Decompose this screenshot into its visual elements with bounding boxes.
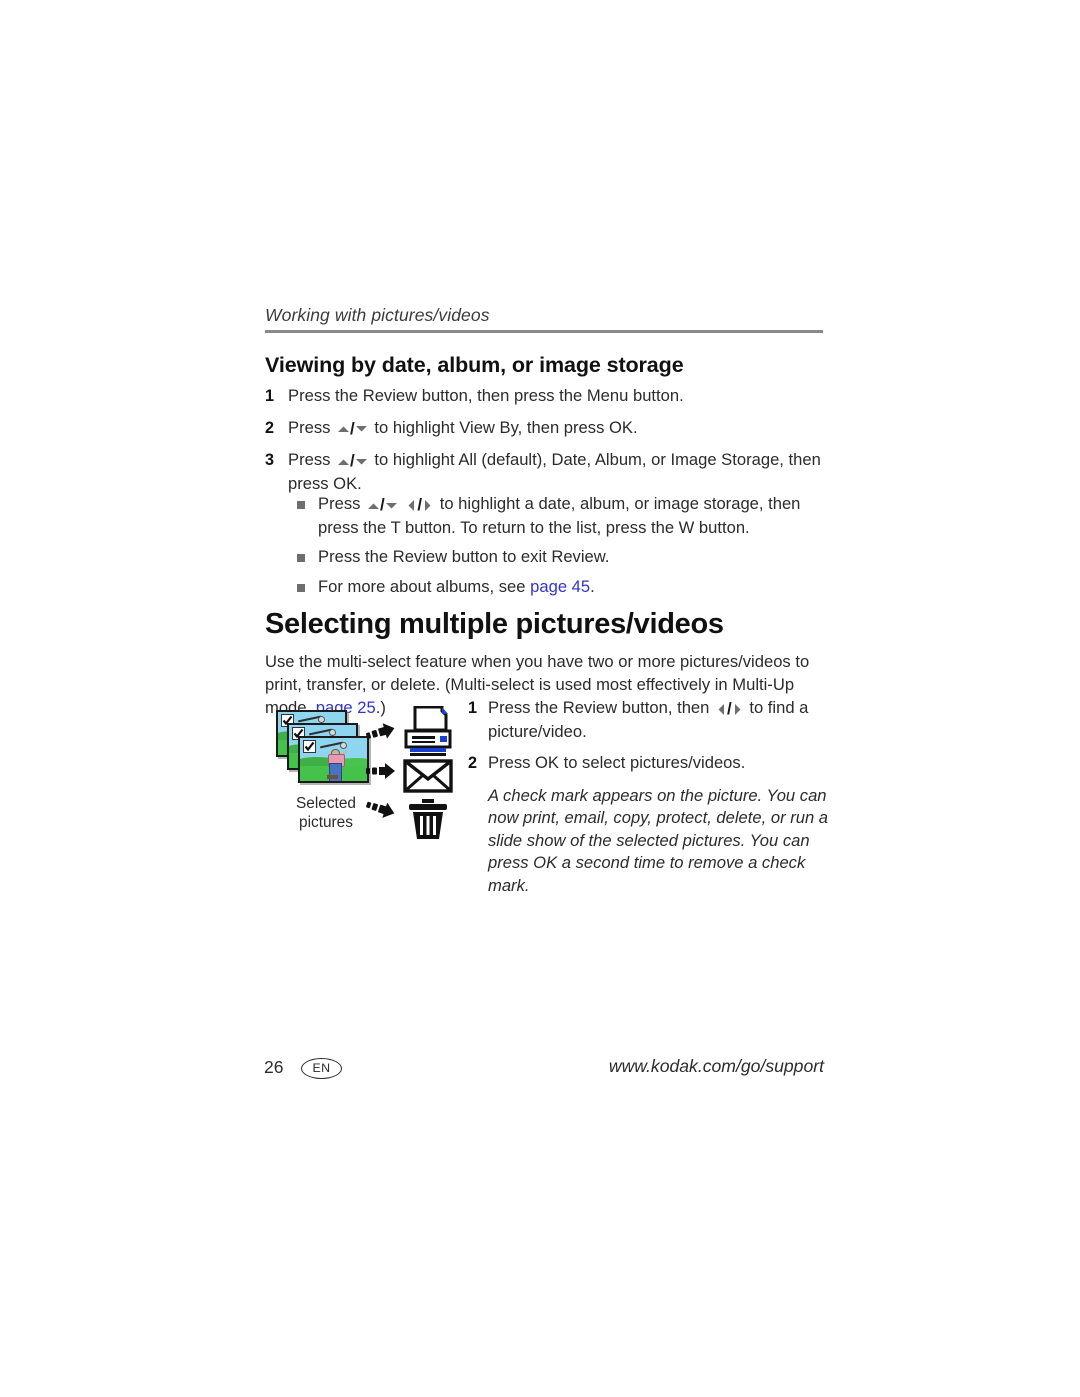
note-text: A check mark appears on the picture. You… — [488, 785, 829, 895]
up-down-arrows-icon: / — [337, 418, 368, 441]
step-text-pre: Press — [288, 450, 336, 469]
check-mark-icon — [303, 740, 316, 753]
step-text-pre: Press the Review button, then — [488, 698, 714, 717]
page-number: 26 — [264, 1057, 284, 1077]
step-number: 1 — [265, 387, 275, 405]
photo-thumbnail — [298, 736, 369, 783]
bullet-square-icon — [297, 501, 305, 509]
list-item: For more about albums, see page 45. — [296, 576, 836, 599]
running-header-text: Working with pictures/videos — [265, 305, 490, 325]
step-number: 2 — [265, 418, 275, 437]
viewing-bullets-list: Press / / to highlight a date, album, or… — [296, 493, 836, 605]
golf-ball — [318, 715, 326, 723]
up-down-arrows-icon: / — [367, 494, 398, 517]
golf-ball — [340, 741, 348, 749]
viewing-steps-list: 1 Press the Review button, then press th… — [265, 385, 835, 504]
list-item: 1 Press the Review button, then / to fin… — [468, 697, 833, 743]
left-right-arrows-icon: / — [716, 698, 743, 721]
section-heading: Viewing by date, album, or image storage — [265, 353, 684, 377]
bullet-text-pre: Press — [318, 494, 366, 513]
bullet-square-icon — [297, 554, 305, 562]
list-item: Press / / to highlight a date, album, or… — [296, 493, 836, 539]
step-text-post: to highlight View By, then press OK. — [369, 417, 638, 437]
selected-photos-stack — [276, 710, 376, 792]
list-item: 2 Press OK to select pictures/videos. — [468, 752, 833, 775]
language-badge: EN — [301, 1058, 342, 1079]
printer-icon — [402, 705, 454, 758]
bullet-text-pre: For more about albums, see — [318, 576, 531, 596]
step-text-post: to highlight All (default), Date, Album,… — [288, 450, 821, 493]
header-divider — [265, 330, 823, 333]
arrow-to-trash-icon — [364, 799, 398, 819]
page-45-link[interactable]: page 45 — [530, 577, 590, 596]
bullet-square-icon — [297, 583, 305, 592]
step-text-pre: Press — [288, 417, 336, 437]
bullet-text-post: . — [590, 576, 595, 596]
step-number: 2 — [468, 754, 478, 772]
step-text: Press OK to select pictures/videos. — [488, 753, 746, 772]
step-number: 1 — [468, 699, 478, 717]
multi-select-illustration: Selected pictures — [276, 705, 461, 841]
step-number: 3 — [265, 451, 275, 469]
list-item: Press the Review button to exit Review. — [296, 546, 836, 569]
up-down-arrows-icon: / — [337, 450, 368, 473]
page-title: Selecting multiple pictures/videos — [265, 608, 724, 640]
golfer-shoe — [326, 774, 338, 779]
envelope-icon — [402, 756, 454, 796]
running-header: Working with pictures/videos — [265, 305, 823, 325]
golf-ball — [329, 728, 337, 736]
left-right-arrows-icon: / — [406, 494, 433, 517]
multi-select-steps: 1 Press the Review button, then / to fin… — [468, 697, 833, 897]
arrow-to-printer-icon — [364, 722, 398, 742]
step-text: Press the Review button, then press the … — [288, 386, 684, 405]
bullet-text: Press the Review button to exit Review. — [318, 547, 610, 566]
golfer-legs — [328, 762, 342, 781]
list-item: 3 Press / to highlight All (default), Da… — [265, 449, 835, 495]
list-item: 2 Press / to highlight View By, then pre… — [265, 417, 835, 441]
manual-page: Working with pictures/videos Viewing by … — [0, 0, 1080, 1397]
list-item: 1 Press the Review button, then press th… — [265, 385, 835, 408]
trash-icon — [402, 798, 454, 840]
arrow-to-email-icon — [364, 761, 398, 781]
support-url: www.kodak.com/go/support — [608, 1056, 824, 1076]
